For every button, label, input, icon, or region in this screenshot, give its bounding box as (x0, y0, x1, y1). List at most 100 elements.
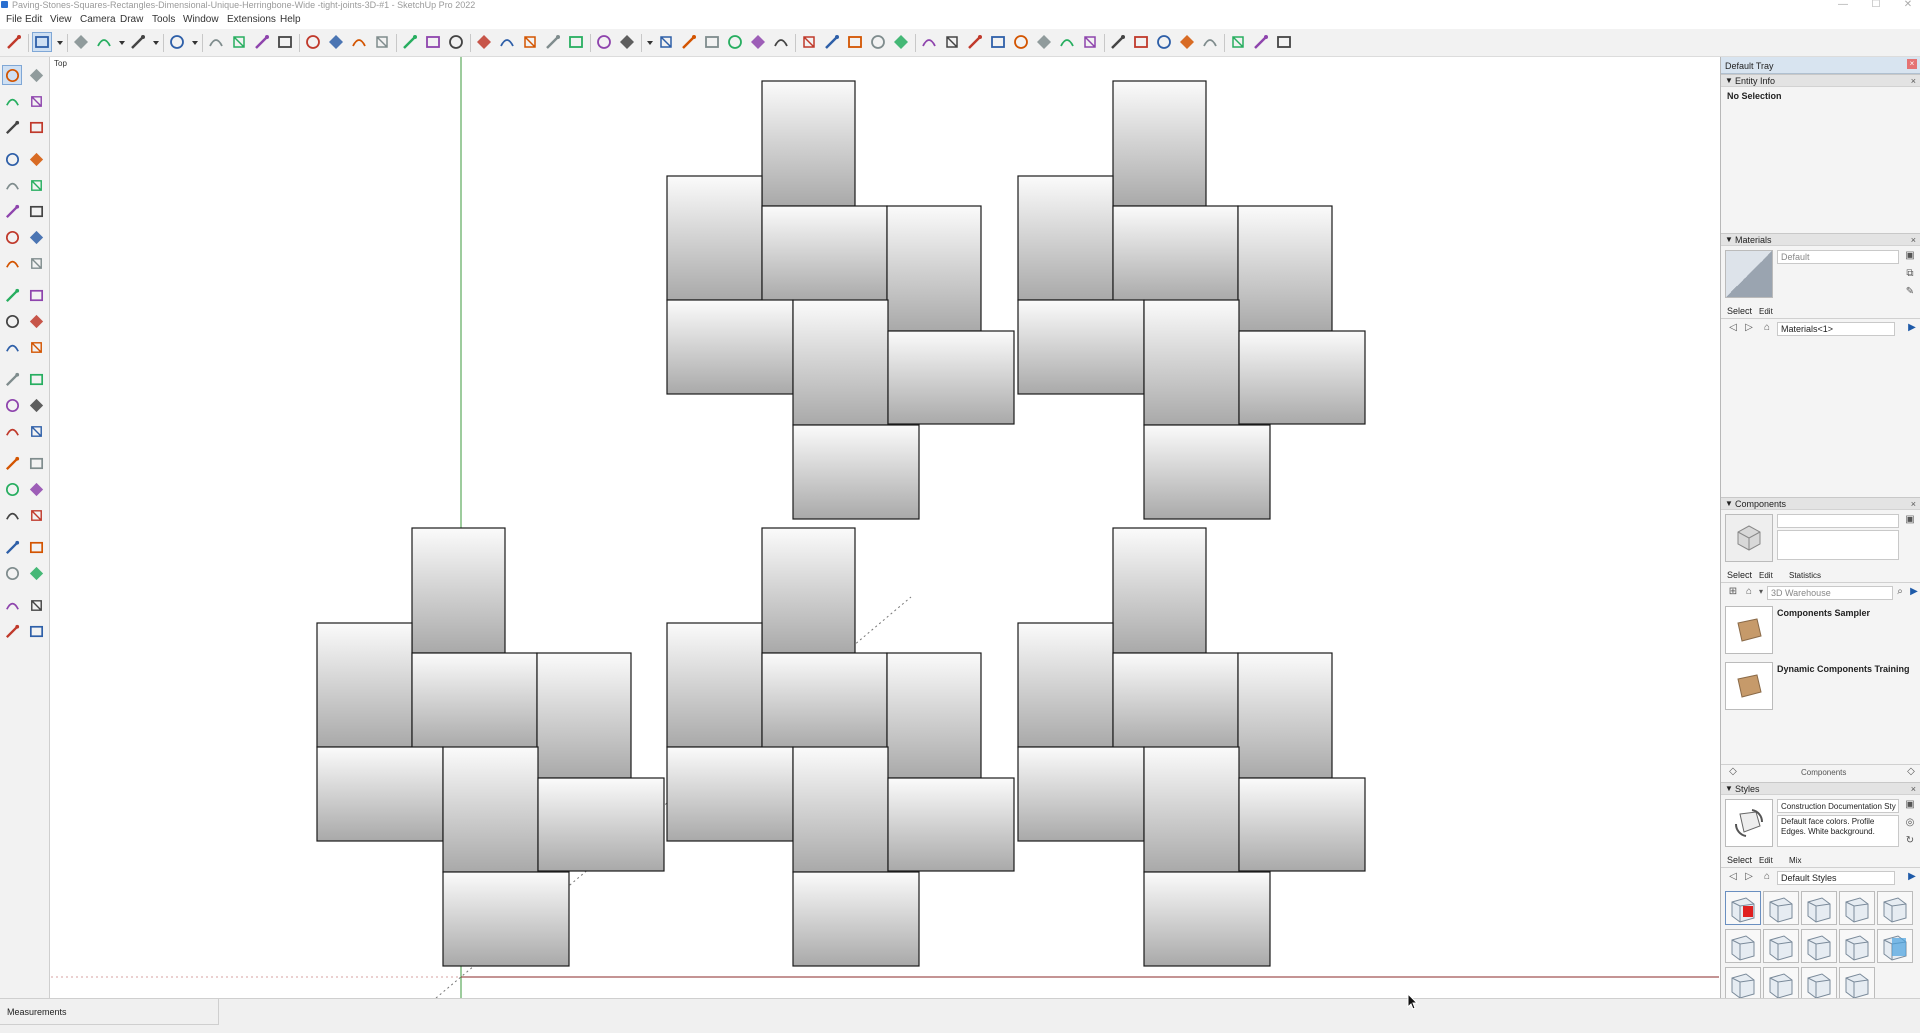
create-style-icon[interactable]: ▣ (1904, 799, 1916, 811)
protractor-icon[interactable] (2, 395, 22, 415)
dynamic-components-label[interactable]: Dynamic Components Training (1777, 664, 1910, 674)
paving-tile[interactable] (1238, 777, 1366, 872)
pan-icon[interactable] (446, 32, 466, 52)
section-display-icon[interactable] (543, 32, 563, 52)
section-fill-icon[interactable] (2, 621, 22, 641)
details-arrow-icon[interactable]: ▶ (1906, 322, 1918, 334)
zoom-icon[interactable] (2, 479, 22, 499)
view-options-icon[interactable]: ⊞ (1727, 586, 1739, 598)
xray-icon[interactable] (822, 32, 842, 52)
paving-tile[interactable] (1143, 299, 1240, 426)
paving-tile[interactable] (1112, 80, 1207, 207)
paint-bucket-icon[interactable] (2, 91, 22, 111)
paving-tile[interactable] (1017, 746, 1145, 842)
style-thumbnail[interactable] (1839, 929, 1875, 963)
menu-camera[interactable]: Camera (80, 14, 116, 25)
close-button[interactable]: ✕ (1901, 0, 1915, 10)
zoom-extents-icon[interactable] (2, 505, 22, 525)
paving-tile[interactable] (1143, 746, 1240, 873)
paving-tile[interactable] (1237, 652, 1333, 779)
paving-tile[interactable] (886, 652, 982, 779)
pencil-icon[interactable] (94, 32, 114, 52)
axes-move-icon[interactable] (1177, 32, 1197, 52)
top-view-icon[interactable] (679, 32, 699, 52)
axes-icon[interactable] (372, 32, 392, 52)
paving-tile[interactable] (887, 330, 1015, 425)
zoom-window-icon[interactable] (1011, 32, 1031, 52)
menu-view[interactable]: View (50, 14, 72, 25)
rectangle-dropdown-icon[interactable] (190, 32, 200, 52)
rectangle-icon[interactable] (2, 175, 22, 195)
extension-warehouse-icon[interactable] (1228, 32, 1248, 52)
components-header[interactable]: ▼ Components × (1721, 497, 1920, 510)
home-icon[interactable]: ⌂ (1761, 322, 1773, 334)
layout-icon[interactable] (1251, 32, 1271, 52)
drawing-viewport[interactable]: Top (51, 57, 1719, 998)
paving-tile[interactable] (761, 527, 856, 654)
close-icon[interactable]: × (1911, 498, 1916, 510)
zoom-window-icon[interactable] (26, 479, 46, 499)
materials-tab-edit[interactable]: Edit (1759, 307, 1773, 316)
paving-tile[interactable] (792, 746, 889, 873)
style-desc-field[interactable]: Default face colors. Profile Edges. Whit… (1777, 815, 1899, 847)
hidden-line-icon[interactable] (868, 32, 888, 52)
home-icon[interactable]: ⌂ (1761, 871, 1773, 883)
push-pull-icon[interactable] (206, 32, 226, 52)
extents-icon[interactable] (1057, 32, 1077, 52)
user-icon[interactable] (617, 32, 637, 52)
polygon-icon[interactable] (26, 201, 46, 221)
paint-bucket-icon[interactable] (400, 32, 420, 52)
material-lock-icon[interactable]: ▣ (1904, 250, 1916, 262)
style-thumbnail[interactable] (1725, 967, 1761, 998)
warehouse-search-input[interactable]: 3D Warehouse (1767, 586, 1893, 600)
section-plane-icon[interactable] (26, 563, 46, 583)
paving-tile[interactable] (1238, 330, 1366, 425)
styles-tab-mix[interactable]: Mix (1789, 856, 1801, 865)
paving-tile[interactable] (442, 746, 539, 873)
style-thumbnail[interactable] (1725, 891, 1761, 925)
freehand-icon[interactable] (26, 149, 46, 169)
paving-tile[interactable] (666, 622, 763, 748)
styles-header[interactable]: ▼ Styles × (1721, 782, 1920, 795)
tag-icon[interactable] (26, 117, 46, 137)
paving-tile[interactable] (411, 527, 506, 654)
shape-dropdown-icon[interactable] (151, 32, 161, 52)
menu-file[interactable]: File (6, 14, 22, 25)
menu-window[interactable]: Window (183, 14, 219, 25)
paving-tile[interactable] (536, 652, 632, 779)
home-icon[interactable]: ⌂ (1743, 586, 1755, 598)
style-thumbnail[interactable] (1763, 967, 1799, 998)
maximize-button[interactable]: ☐ (1869, 0, 1883, 10)
styles-tab-edit[interactable]: Edit (1759, 856, 1773, 865)
components-tab-statistics[interactable]: Statistics (1789, 571, 1821, 580)
style-thumbnail[interactable] (1877, 891, 1913, 925)
search-icon[interactable]: ⌕ (1894, 586, 1906, 598)
look-around-icon[interactable] (1131, 32, 1151, 52)
material-swatch[interactable] (1725, 250, 1773, 298)
forward-icon[interactable]: ◇ (1905, 766, 1917, 778)
paving-tile[interactable] (1017, 622, 1114, 748)
select-icon[interactable] (2, 65, 22, 85)
entity-info-header[interactable]: ▼ Entity Info × (1721, 74, 1920, 87)
wireframe-icon[interactable] (845, 32, 865, 52)
style-name-field[interactable]: Construction Documentation Sty (1777, 799, 1899, 813)
sample-paint-icon[interactable]: ✎ (1904, 286, 1916, 298)
arc-icon[interactable] (2, 227, 22, 247)
component-icon[interactable] (965, 32, 985, 52)
menu-help[interactable]: Help (280, 14, 301, 25)
paving-tile[interactable] (887, 777, 1015, 872)
three-point-arc-icon[interactable] (2, 253, 22, 273)
eraser-icon[interactable] (26, 91, 46, 111)
position-camera-icon[interactable] (2, 537, 22, 557)
materials-tab-select[interactable]: Select (1727, 306, 1752, 316)
component-desc-field[interactable] (1777, 530, 1899, 560)
section-plane-icon[interactable] (520, 32, 540, 52)
menu-tools[interactable]: Tools (152, 14, 175, 25)
eraser-icon[interactable] (71, 32, 91, 52)
dropdown-icon[interactable]: ▾ (1755, 586, 1767, 598)
dynamic-components-thumb[interactable] (1725, 662, 1773, 710)
section-cut-icon[interactable] (594, 32, 614, 52)
components-tab-select[interactable]: Select (1727, 570, 1752, 580)
orbit-icon[interactable] (423, 32, 443, 52)
select-dropdown-icon[interactable] (55, 32, 65, 52)
